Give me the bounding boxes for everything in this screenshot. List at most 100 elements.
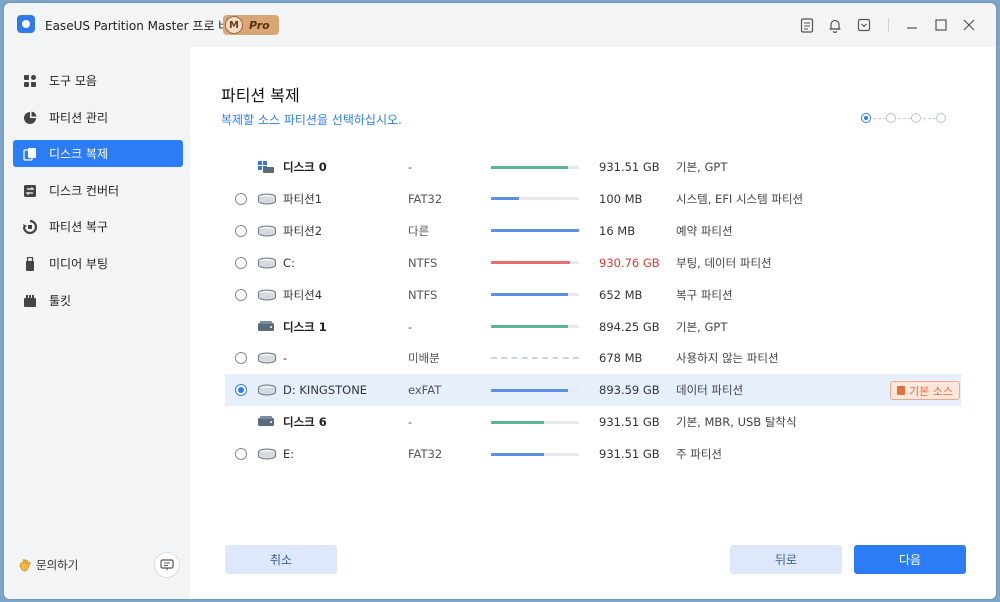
radio-cell[interactable] [235,342,251,374]
radio-cell[interactable] [235,279,251,311]
partition-name: D: KINGSTONE [283,383,368,398]
sidebar-item-label: 디스크 복제 [49,147,109,161]
step-4-dot [936,113,946,123]
clone-icon [23,147,37,161]
radio-cell[interactable] [235,183,251,215]
sidebar-item-label: 파티션 관리 [49,111,109,125]
partition-type: 기본, GPT [676,319,728,334]
partition-type: 사용하지 않는 파티션 [676,351,779,366]
step-2-dot [886,113,896,123]
sidebar-item-label: 도구 모음 [49,74,97,88]
pie-chart-icon [23,111,37,125]
filesystem: NTFS [408,255,438,270]
filesystem: NTFS [408,287,438,302]
contact-us-link[interactable]: 문의하기 [18,557,78,573]
size: 100 MB [599,191,643,206]
radio-cell[interactable] [235,438,251,470]
partition-name: 파티션1 [283,191,323,206]
usage-bar-fill [491,388,568,392]
chat-icon [160,558,174,571]
select-radio[interactable] [235,384,247,397]
usage-bar [491,183,581,215]
size: 678 MB [599,351,643,366]
step-connector [873,118,886,119]
partition-type: 부팅, 데이터 파티션 [676,255,772,270]
step-connector [923,118,936,119]
filesystem: - [408,415,413,430]
partition-icon [257,279,279,311]
usage-bar-fill [491,452,544,456]
partition-icon [257,342,279,374]
hand-icon [19,559,31,572]
partition-row[interactable]: D: KINGSTONE exFAT 893.59 GB 데이터 파티션 기본 소스 [225,374,961,407]
sidebar-item-partition-manager[interactable]: 파티션 관리 [13,104,183,131]
partition-row[interactable]: 파티션4 NTFS 652 MB 복구 파티션 [225,279,961,311]
cancel-button[interactable]: 취소 [225,545,337,574]
partition-row[interactable]: 파티션1 FAT32 100 MB 시스템, EFI 시스템 파티션 [225,183,961,215]
minimize-icon[interactable] [903,16,921,34]
sidebar-item-disk-converter[interactable]: 디스크 컨버터 [13,177,183,204]
radio-cell[interactable] [235,374,251,406]
select-radio[interactable] [235,288,247,301]
usage-bar-fill [491,229,579,233]
size: 930.76 GB [599,255,660,270]
chat-button[interactable] [154,552,180,578]
filesystem: FAT32 [408,447,443,462]
size: 894.25 GB [599,319,660,334]
sidebar-item-partition-recovery[interactable]: 파티션 복구 [13,213,183,240]
usage-bar-track [491,229,579,233]
partition-icon [257,215,279,247]
toolkit-icon [23,294,37,308]
maximize-icon[interactable] [932,16,950,34]
usage-bar-track [491,197,579,201]
notes-icon[interactable] [798,16,816,34]
usage-bar-track [491,452,579,456]
partition-type: 복구 파티션 [676,287,733,302]
dropdown-menu-icon[interactable] [855,16,873,34]
select-radio[interactable] [235,192,247,205]
pro-badge[interactable]: M Pro [223,15,279,35]
disk-name-cell: 디스크 0 [257,151,377,183]
disk-row: 디스크 0 - 931.51 GB 기본, GPT [225,151,961,183]
bell-icon[interactable] [826,16,844,34]
size: 931.51 GB [599,415,660,430]
sidebar-item-toolbox[interactable]: 도구 모음 [13,67,183,94]
app-window: EaseUS Partition Master 프로 버전 M Pro 도구 모… [4,3,996,599]
partition-row[interactable]: C: NTFS 930.76 GB 부팅, 데이터 파티션 [225,247,961,279]
sidebar-item-label: 툴킷 [49,294,72,308]
partition-row[interactable]: - 미배분 678 MB 사용하지 않는 파티션 [225,342,961,374]
radio-cell[interactable] [235,247,251,279]
select-radio[interactable] [235,448,247,461]
filesystem: exFAT [408,383,442,398]
size: 893.59 GB [599,383,660,398]
main-panel: 파티션 복제 복제할 소스 파티션을 선택하십시오. 디스크 0 - 931.51 … [190,47,996,599]
partition-name: C: [283,255,295,270]
size: 16 MB [599,223,636,238]
select-radio[interactable] [235,224,247,237]
partition-row[interactable]: 파티션2 다른 16 MB 예약 파티션 [225,215,961,247]
sidebar-item-label: 디스크 컨버터 [49,184,120,198]
sidebar-item-toolkit[interactable]: 툴킷 [13,287,183,314]
step-1-dot [861,113,871,123]
usage-bar-track [491,420,579,424]
select-radio[interactable] [235,352,247,365]
close-icon[interactable] [960,16,978,34]
sidebar-item-disk-clone[interactable]: 디스크 복제 [13,140,183,167]
filesystem: 다른 [408,223,430,238]
select-radio[interactable] [235,256,247,269]
disk-icon [257,415,275,430]
partition-row[interactable]: E: FAT32 931.51 GB 주 파티션 [225,438,961,470]
pro-badge-letter: M [225,16,243,34]
size: 931.51 GB [599,160,660,174]
usage-bar-track [491,357,579,360]
sidebar-item-bootable-media[interactable]: 미디어 부팅 [13,250,183,277]
page-subtitle: 복제할 소스 파티션을 선택하십시오. [221,113,402,127]
radio-cell[interactable] [235,215,251,247]
usage-bar-track [491,388,579,392]
step-3-dot [911,113,921,123]
filesystem: - [408,160,413,174]
usage-bar [491,215,581,247]
back-button[interactable]: 뒤로 [730,545,842,574]
next-button[interactable]: 다음 [854,545,966,574]
partition-icon [257,438,279,470]
